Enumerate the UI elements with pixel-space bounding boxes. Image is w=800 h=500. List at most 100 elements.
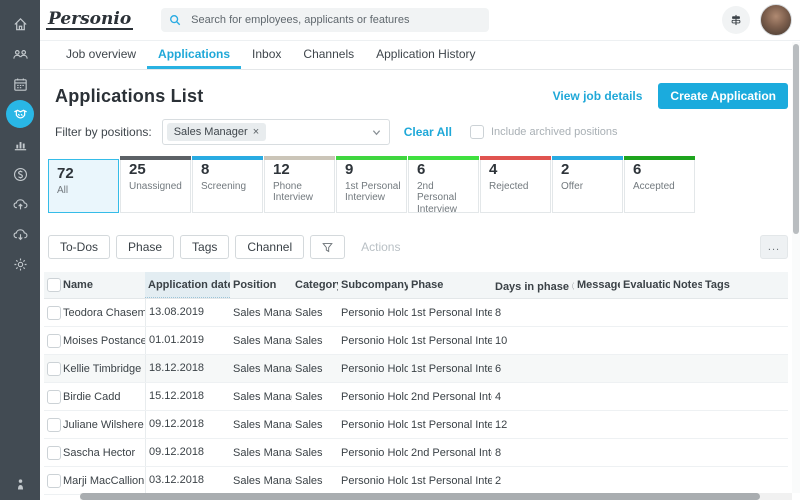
row-checkbox[interactable] <box>47 334 61 348</box>
stat-card-rejected[interactable]: 4Rejected <box>480 156 551 213</box>
column-header-category[interactable]: Category <box>292 279 338 291</box>
cell-phase: 1st Personal Interview <box>408 363 492 375</box>
stat-count: 4 <box>489 162 546 179</box>
stat-card-offer[interactable]: 2Offer <box>552 156 623 213</box>
tags-button[interactable]: Tags <box>180 235 229 259</box>
cell-subcompany: Personio Holding <box>338 475 408 487</box>
row-checkbox[interactable] <box>47 362 61 376</box>
column-header-subcompany[interactable]: Subcompany <box>338 279 408 291</box>
stat-label: Unassigned <box>129 181 186 193</box>
cell-application-date: 01.01.2019 <box>145 327 230 354</box>
stat-color-bar <box>408 156 479 160</box>
actions-button[interactable]: Actions <box>361 240 400 254</box>
stat-label: Screening <box>201 181 258 193</box>
cell-days-in-phase: 6 <box>492 363 574 375</box>
tab-job-overview[interactable]: Job overview <box>55 41 147 69</box>
more-options-button[interactable]: ... <box>760 235 788 259</box>
row-checkbox[interactable] <box>47 390 61 404</box>
signpost-button[interactable] <box>722 6 750 34</box>
stat-card-accepted[interactable]: 6Accepted <box>624 156 695 213</box>
view-job-details-link[interactable]: View job details <box>553 89 643 103</box>
column-header-notes[interactable]: Notes <box>670 279 702 291</box>
column-header-days-in-phase[interactable]: Days in phaseⓘ <box>492 278 574 293</box>
vertical-scrollbar[interactable] <box>792 42 800 493</box>
stat-label: All <box>57 185 114 197</box>
cell-phase: 2nd Personal Interview <box>408 391 492 403</box>
include-archived-checkbox[interactable] <box>470 125 484 139</box>
stat-card-all[interactable]: 72All <box>48 159 119 213</box>
stat-color-bar <box>624 156 695 160</box>
cell-phase: 2nd Personal Interview <box>408 447 492 459</box>
support-icon[interactable] <box>13 477 28 492</box>
cell-application-date: 18.12.2018 <box>145 355 230 382</box>
filter-funnel-button[interactable] <box>310 235 345 259</box>
search-input[interactable] <box>189 13 481 27</box>
sidebar-item-reports[interactable] <box>6 130 34 158</box>
cloud-download-icon <box>12 226 29 243</box>
toolbar: To-DosPhaseTagsChannel Actions ... <box>48 235 788 259</box>
row-checkbox[interactable] <box>47 446 61 460</box>
column-header-tags[interactable]: Tags <box>702 279 788 291</box>
table-row[interactable]: Moises Postance01.01.2019Sales ManagerSa… <box>44 327 788 355</box>
cell-subcompany: Personio Holding <box>338 419 408 431</box>
tab-inbox[interactable]: Inbox <box>241 41 292 69</box>
cell-category: Sales <box>292 363 338 375</box>
global-search[interactable] <box>161 8 489 32</box>
select-all-checkbox[interactable] <box>47 278 61 292</box>
personio-logo[interactable]: Personio <box>46 10 133 31</box>
row-checkbox[interactable] <box>47 474 61 488</box>
clear-all-link[interactable]: Clear All <box>404 125 452 139</box>
stat-card-2nd-personal-interview[interactable]: 62nd Personal Interview <box>408 156 479 213</box>
column-header-evaluations[interactable]: Evaluations <box>620 279 670 291</box>
tab-channels[interactable]: Channels <box>292 41 365 69</box>
stat-card-unassigned[interactable]: 25Unassigned <box>120 156 191 213</box>
table-row[interactable]: Teodora Chasemoore13.08.2019Sales Manage… <box>44 299 788 327</box>
sidebar-item-settings[interactable] <box>6 250 34 278</box>
column-header-application-date[interactable]: Application date↓ <box>145 272 230 298</box>
phase-button[interactable]: Phase <box>116 235 174 259</box>
table-row[interactable]: Kellie Timbridge18.12.2018Sales ManagerS… <box>44 355 788 383</box>
column-header-name[interactable]: Name <box>60 279 145 291</box>
horizontal-scrollbar[interactable] <box>80 493 792 500</box>
row-checkbox[interactable] <box>47 306 61 320</box>
column-header-messages[interactable]: Messages <box>574 279 620 291</box>
stat-count: 12 <box>273 162 330 179</box>
sidebar-item-payroll[interactable] <box>6 160 34 188</box>
to-dos-button[interactable]: To-Dos <box>48 235 110 259</box>
topbar-right <box>722 4 792 36</box>
user-avatar[interactable] <box>760 4 792 36</box>
cell-subcompany: Personio Holding <box>338 307 408 319</box>
sidebar-item-cloud-upload[interactable] <box>6 190 34 218</box>
stat-color-bar <box>336 156 407 160</box>
recruiting-icon <box>12 106 29 123</box>
stat-card-phone-interview[interactable]: 12Phone Interview <box>264 156 335 213</box>
vertical-scrollbar-thumb[interactable] <box>793 44 799 234</box>
channel-button[interactable]: Channel <box>235 235 304 259</box>
sidebar-item-calendar[interactable] <box>6 70 34 98</box>
table-row[interactable]: Marji MacCallion03.12.2018Sales ManagerS… <box>44 467 788 495</box>
row-checkbox[interactable] <box>47 418 61 432</box>
table-row[interactable]: Juliane Wilshere09.12.2018Sales ManagerS… <box>44 411 788 439</box>
search-icon <box>169 14 181 26</box>
stat-card-1st-personal-interview[interactable]: 91st Personal Interview <box>336 156 407 213</box>
sidebar-item-home[interactable] <box>6 10 34 38</box>
positions-dropdown[interactable]: Sales Manager × <box>162 119 390 145</box>
tab-applications[interactable]: Applications <box>147 41 241 69</box>
cell-name: Kellie Timbridge <box>60 363 145 375</box>
sidebar-item-people[interactable] <box>6 40 34 68</box>
column-header-phase[interactable]: Phase <box>408 279 492 291</box>
stat-card-screening[interactable]: 8Screening <box>192 156 263 213</box>
page-content: Applications List View job details Creat… <box>40 70 800 500</box>
table-row[interactable]: Birdie Cadd15.12.2018Sales ManagerSalesP… <box>44 383 788 411</box>
stats-row: 72All25Unassigned8Screening12Phone Inter… <box>48 156 788 213</box>
sidebar-item-cloud-download[interactable] <box>6 220 34 248</box>
chip-remove-icon[interactable]: × <box>253 126 259 138</box>
column-header-position[interactable]: Position <box>230 279 292 291</box>
home-icon <box>12 16 29 33</box>
horizontal-scrollbar-thumb[interactable] <box>80 493 760 500</box>
table-row[interactable]: Sascha Hector09.12.2018Sales ManagerSale… <box>44 439 788 467</box>
tab-application-history[interactable]: Application History <box>365 41 486 69</box>
cell-name: Birdie Cadd <box>60 391 145 403</box>
create-application-button[interactable]: Create Application <box>658 83 788 109</box>
sidebar-item-recruiting[interactable] <box>6 100 34 128</box>
